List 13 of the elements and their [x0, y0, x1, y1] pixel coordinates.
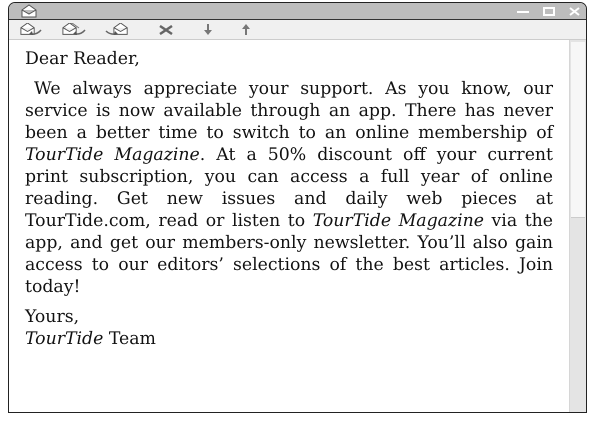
maximize-icon [543, 6, 555, 16]
reply-button[interactable] [19, 23, 43, 36]
move-down-button[interactable] [204, 24, 212, 35]
close-icon [569, 6, 580, 16]
signature: TourTide Team [25, 328, 157, 350]
delete-button[interactable] [158, 24, 174, 34]
greeting: Dear Reader, [25, 48, 141, 70]
move-up-button[interactable] [242, 24, 250, 35]
letter-body: We always appreciate your support. As you know, our service is now available through an app. There has never been a better time to switch to an online membership of TourTide Magazine. At a 50% discount off your current print subscription, you can access a full year of online reading. Get new issues and daily web pieces at TourTide.com, read or listen to TourTide Magazine via the app, and get our members-only newsletter. You’ll also gain access to our editors’ selections of the best articles. Join today! [25, 78, 553, 298]
reply-all-button[interactable] [61, 23, 87, 36]
closing: Yours, [25, 306, 80, 328]
scrollbar[interactable] [569, 40, 586, 412]
forward-button[interactable] [105, 23, 130, 36]
